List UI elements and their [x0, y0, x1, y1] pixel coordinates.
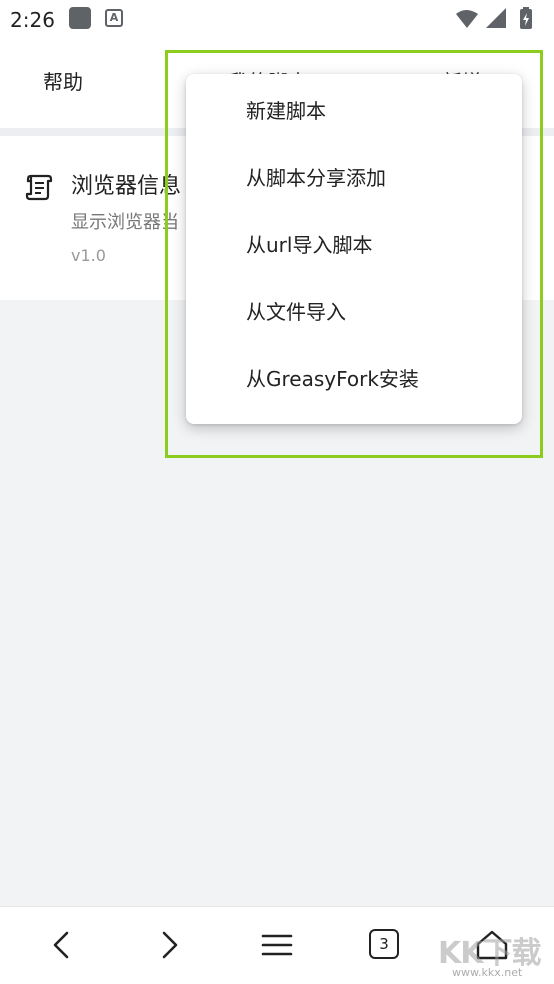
- back-icon[interactable]: [44, 927, 80, 963]
- notification-square-icon: [69, 7, 91, 29]
- status-icons: [456, 7, 532, 29]
- scroll-icon: [25, 174, 53, 201]
- menu-icon[interactable]: [259, 927, 295, 963]
- menu-item-new-script[interactable]: 新建脚本: [186, 78, 522, 145]
- watermark-url: www.kkx.net: [452, 966, 523, 979]
- status-bar: 2:26 A: [0, 0, 554, 40]
- script-version: v1.0: [71, 246, 106, 265]
- add-script-menu: 新建脚本 从脚本分享添加 从url导入脚本 从文件导入 从GreasyFork安…: [186, 74, 522, 424]
- menu-item-add-from-share[interactable]: 从脚本分享添加: [186, 145, 522, 212]
- menu-item-import-from-url[interactable]: 从url导入脚本: [186, 212, 522, 279]
- wifi-icon: [456, 10, 478, 28]
- tabs-icon[interactable]: 3: [369, 929, 399, 959]
- menu-item-import-from-file[interactable]: 从文件导入: [186, 279, 522, 346]
- forward-icon[interactable]: [151, 927, 187, 963]
- tab-help[interactable]: 帮助: [43, 66, 83, 95]
- battery-charging-icon: [520, 7, 532, 29]
- signal-icon: [486, 8, 506, 28]
- status-time: 2:26: [10, 8, 55, 32]
- menu-item-install-from-greasyfork[interactable]: 从GreasyFork安装: [186, 346, 522, 413]
- script-description: 显示浏览器当: [71, 212, 179, 233]
- app-badge-icon: A: [105, 9, 123, 27]
- script-title: 浏览器信息: [71, 174, 182, 199]
